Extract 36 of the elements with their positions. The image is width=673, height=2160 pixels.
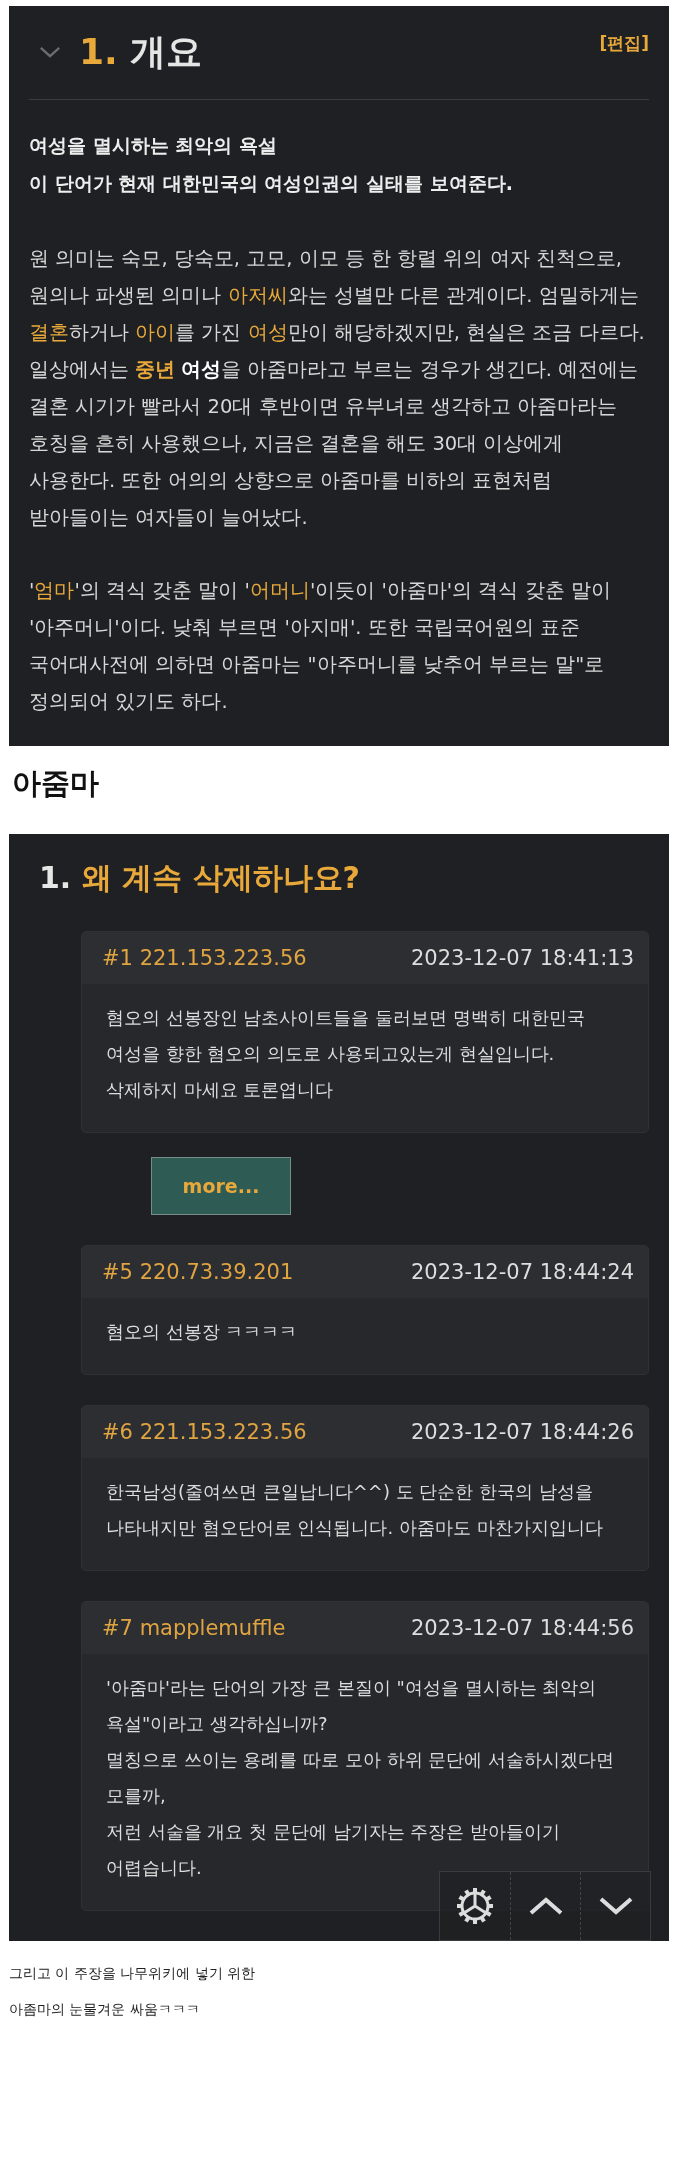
collapse-chevron-icon[interactable] (39, 46, 61, 59)
article-paragraph: '엄마'의 격식 갖춘 말이 '어머니'이듯이 '아줌마'의 격식 갖춘 말이 '아주머니'이다. 낮춰 부르면 '아지매'. 또한 국립국어원의 표준 국어대사전에 의하면 아줌마는 "아주머니를 낮추어 부르는 말"로 정의되어 있기도 하다. (29, 578, 612, 715)
article-paragraph: 원 의미는 숙모, 당숙모, 고모, 이모 등 한 항렬 위의 여자 친척으로, 원의나 파생된 의미나 아저씨 와는 성별만 다른 관계이다. 엄밀하게는 결혼하거나 아이 를 가진 여성 만이 해당하겠지만, 현실은 조금 다르다. 일상에서는 중년 여성을 아줌마라고 부르는 경우가 생긴다. 예전에는 결혼 시기가 빨라서 20대 후반이면 유부녀로 생각하고 아줌마라는 호칭을 흔히 사용했으나, 지금은 결혼을 해도 30대 이상에게 사용한다. 또한 어의의 상향으로 아줌마를 비하의 표현처럼 받아들이는 여자들이 늘어났다. (29, 246, 646, 531)
page-heading: 아줌마 (11, 765, 100, 802)
comment-text: 혐오의 선봉장 ㅋㅋㅋㅋ (106, 1320, 299, 1344)
wiki-link[interactable]: 여성 (247, 321, 288, 344)
comment-text: 혐오의 선봉장인 남초사이트들을 둘러보면 명백히 대한민국 여성을 향한 혐오의 의도로 사용되고있는게 현실입니다. 삭제하지 마세요 토론엽니다 (106, 1006, 586, 1102)
wiki-link[interactable]: 어머니 (249, 579, 310, 602)
wiki-link[interactable]: 결혼 (29, 321, 69, 344)
bold-sentence: 여성을 멸시하는 최악의 욕설 (29, 133, 278, 158)
comment-text: '아줌마'라는 단어의 가장 큰 본질이 "여성을 멸시하는 최악의 욕설"이라고 생각하십니까? (106, 1676, 598, 1736)
comment-author: #1 221.153.223.56 (102, 946, 307, 970)
section-heading: 1. 개요 (79, 30, 203, 74)
comment-time: 2023-12-07 18:44:56 (410, 1616, 634, 1640)
comment-time: 2023-12-07 18:41:13 (410, 946, 634, 970)
bold-sentence: 이 단어가 현재 대한민국의 여성인권의 실태를 보여준다. (29, 171, 514, 196)
comment-text: 한국남성(줄여쓰면 큰일납니다^^) 도 단순한 한국의 남성을 나타내지만 혐오단어로 인식됩니다. 아줌마도 마찬가지입니다 (106, 1480, 604, 1540)
comment-time: 2023-12-07 18:44:26 (410, 1420, 634, 1444)
wiki-link[interactable]: 중년 (135, 358, 176, 381)
edit-link[interactable]: [편집] (599, 32, 649, 55)
caption-text: 아좀마의 눈물겨운 싸움ㅋㅋㅋ (9, 2000, 201, 2019)
discussion-title: 1. 왜 계속 삭제하나요? (38, 859, 362, 897)
comment-author: #7 mapplemuffle (102, 1616, 286, 1640)
comment-author: #6 221.153.223.56 (102, 1420, 307, 1444)
caption-text: 그리고 이 주장을 나무위키에 넣기 위한 (9, 1964, 257, 1983)
wiki-link[interactable]: 아저씨 (227, 284, 288, 307)
comment-time: 2023-12-07 18:44:24 (410, 1260, 634, 1284)
more-button[interactable]: more... (151, 1157, 291, 1215)
comment-text: 저런 서술을 개요 첫 문단에 남기자는 주장은 받아들이기 어렵습니다. (106, 1820, 562, 1880)
comment-text: 멸칭으로 쓰이는 용례를 따로 모아 하위 문단에 서술하시겠다면 모를까, (106, 1748, 616, 1808)
wiki-link[interactable]: 엄마 (34, 579, 75, 602)
settings-icon (455, 1886, 495, 1926)
comment-author: #5 220.73.39.201 (102, 1260, 294, 1284)
chevron-down-icon (597, 1896, 634, 1916)
wiki-link[interactable]: 아이 (135, 321, 176, 344)
chevron-up-icon (527, 1896, 564, 1916)
